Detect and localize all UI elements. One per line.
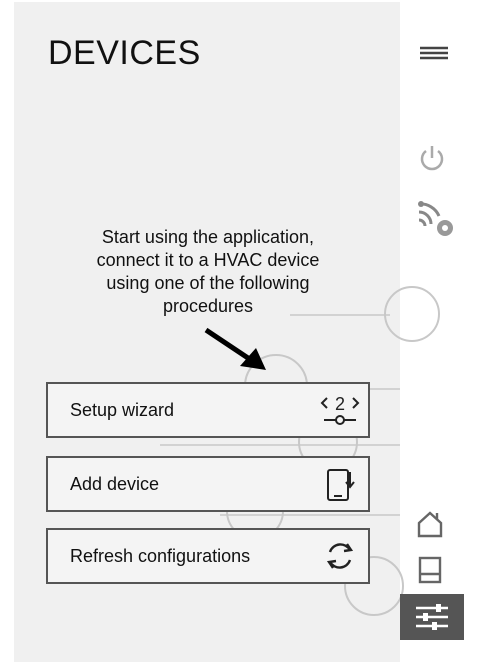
intro-text: Start using the application, connect it … (96, 227, 320, 316)
devices-screen: DEVICES Start using the application, con… (0, 0, 500, 668)
setup-wizard-icon: 2 (312, 384, 368, 436)
wireless-icon[interactable] (412, 196, 462, 242)
refresh-configurations-label: Refresh configurations (70, 546, 251, 566)
power-icon[interactable] (412, 140, 452, 176)
home-icon[interactable] (412, 506, 448, 542)
add-device-label: Add device (70, 474, 160, 494)
add-device-icon (312, 458, 368, 510)
menu-icon[interactable] (414, 38, 454, 68)
svg-text:2: 2 (335, 394, 345, 414)
settings-icon[interactable] (400, 594, 464, 640)
arrow-icon (204, 327, 266, 370)
setup-wizard-button[interactable]: Setup wizard 2 (46, 382, 370, 438)
setup-wizard-label: Setup wizard (70, 400, 175, 420)
page-title: DEVICES (48, 34, 201, 72)
add-device-button[interactable]: Add device (46, 456, 370, 512)
device-icon[interactable] (412, 552, 448, 588)
refresh-configurations-button[interactable]: Refresh configurations (46, 528, 370, 584)
refresh-icon (312, 530, 368, 582)
